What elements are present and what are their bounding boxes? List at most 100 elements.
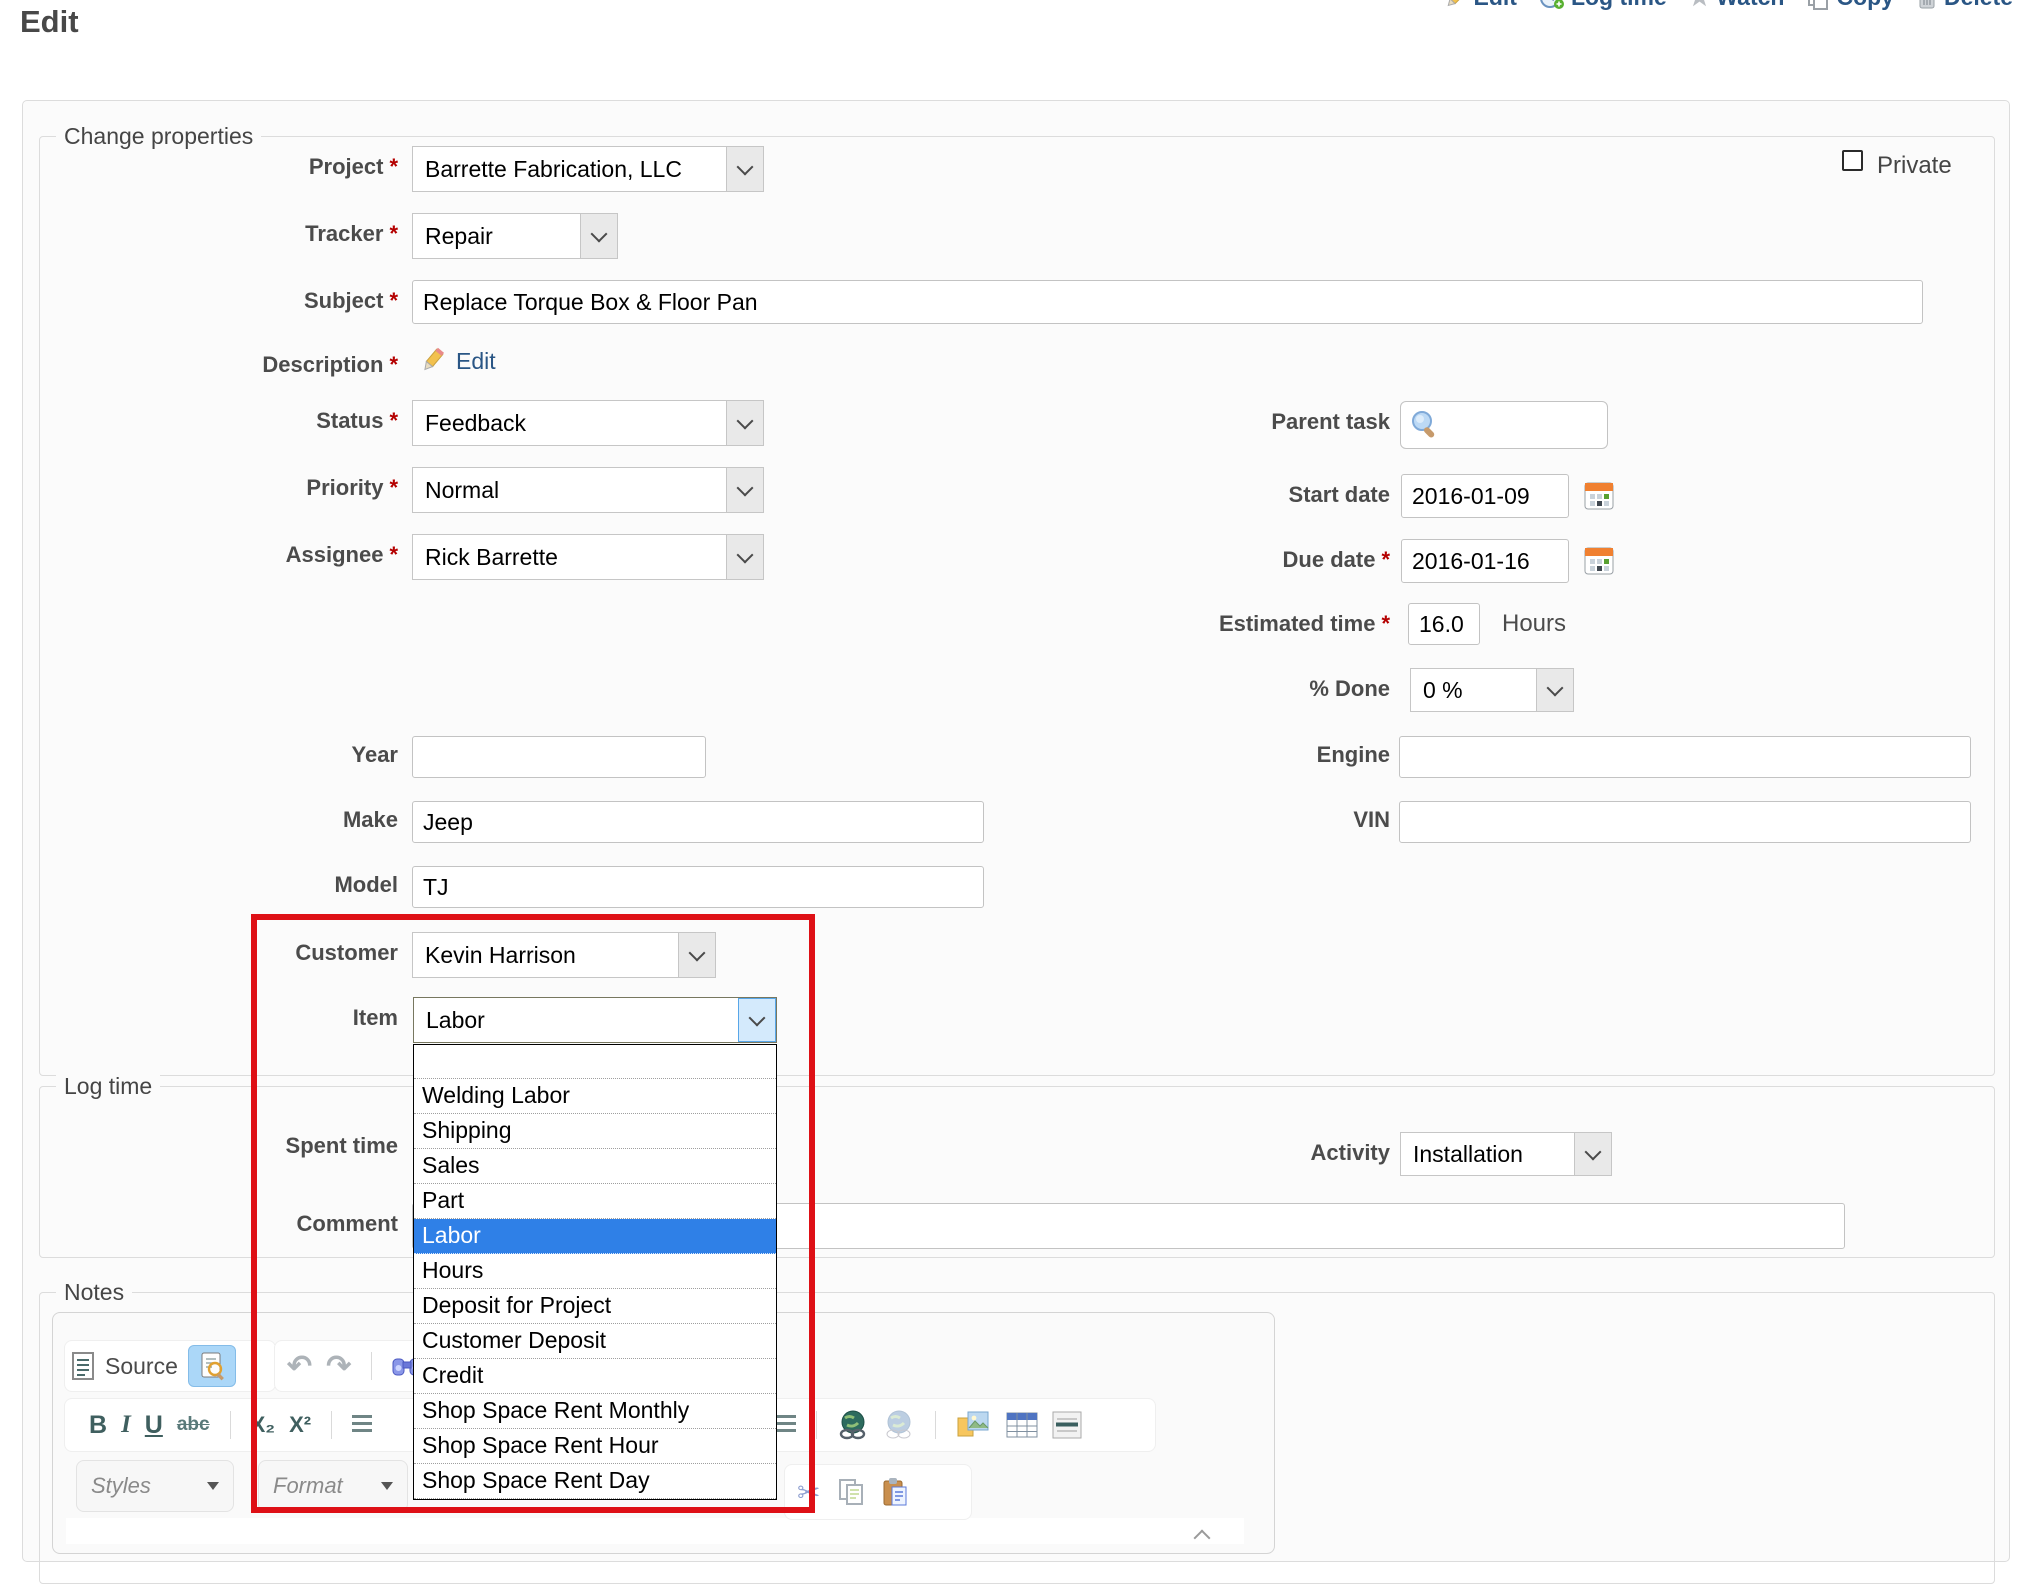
item-option[interactable]: Sales — [414, 1149, 776, 1184]
item-option[interactable]: Credit — [414, 1359, 776, 1394]
item-select-dropdown: Welding LaborShippingSalesPartLaborHours… — [413, 1044, 777, 1500]
link-icon[interactable] — [837, 1410, 869, 1440]
subject-label: Subject* — [40, 288, 398, 314]
cut-icon[interactable]: ✂ — [797, 1476, 820, 1509]
magnifier-icon — [1410, 410, 1440, 442]
spent-time-label: Spent time — [40, 1133, 398, 1159]
editor-toolbar-row3-group: ✂ — [784, 1464, 972, 1520]
item-select[interactable]: Labor — [413, 997, 777, 1043]
context-menu: Edit Log time ★ Watch Copy Delete — [1429, 0, 2013, 12]
item-option[interactable]: Shop Space Rent Day — [414, 1464, 776, 1499]
subscript-icon[interactable]: X₂ — [251, 1412, 275, 1438]
chevron-down-icon[interactable] — [726, 535, 763, 579]
notes-legend: Notes — [56, 1279, 132, 1306]
chevron-down-icon[interactable] — [1574, 1133, 1611, 1175]
tracker-label: Tracker* — [40, 221, 398, 247]
watch-link[interactable]: ★ Watch — [1689, 0, 1785, 12]
engine-label: Engine — [1000, 742, 1390, 768]
item-option[interactable]: Shop Space Rent Monthly — [414, 1394, 776, 1429]
project-select[interactable]: Barrette Fabrication, LLC — [412, 146, 764, 192]
issue-edit-page: { "page": { "title": "Edit" }, "ui": { "… — [0, 0, 2039, 1543]
preview-icon[interactable] — [188, 1345, 236, 1387]
item-option[interactable]: Shipping — [414, 1114, 776, 1149]
pencil-icon — [1443, 0, 1467, 10]
model-input[interactable] — [412, 866, 984, 908]
item-option[interactable]: Welding Labor — [414, 1079, 776, 1114]
status-label: Status* — [40, 408, 398, 434]
strikethrough-icon[interactable]: abc — [177, 1414, 210, 1436]
percent-done-select[interactable]: 0 % — [1410, 668, 1574, 712]
underline-icon[interactable]: U — [145, 1411, 163, 1440]
chevron-down-icon[interactable] — [738, 998, 776, 1042]
model-label: Model — [40, 872, 398, 898]
private-checkbox[interactable] — [1842, 150, 1863, 171]
priority-select[interactable]: Normal — [412, 467, 764, 513]
editor-toolbar-row1-group1: Source — [64, 1340, 276, 1392]
year-input[interactable] — [412, 736, 706, 778]
chevron-down-icon — [207, 1482, 219, 1490]
comment-label: Comment — [40, 1211, 398, 1237]
editor-content-area[interactable] — [66, 1518, 1244, 1544]
parent-task-label: Parent task — [1000, 409, 1390, 435]
change-properties-legend: Change properties — [56, 123, 261, 150]
estimated-time-input[interactable] — [1408, 603, 1480, 645]
source-icon — [71, 1351, 95, 1381]
horizontal-rule-icon[interactable] — [1052, 1411, 1082, 1439]
item-option[interactable]: Deposit for Project — [414, 1289, 776, 1324]
calendar-icon[interactable] — [1584, 545, 1616, 577]
due-date-label: Due date* — [1000, 547, 1390, 573]
log-time-legend: Log time — [56, 1073, 160, 1100]
item-option[interactable]: Hours — [414, 1254, 776, 1289]
bold-icon[interactable]: B — [89, 1411, 107, 1440]
redo-icon[interactable]: ↷ — [326, 1349, 351, 1384]
superscript-icon[interactable]: X² — [289, 1412, 311, 1438]
customer-select[interactable]: Kevin Harrison — [412, 932, 716, 978]
activity-select[interactable]: Installation — [1400, 1132, 1612, 1176]
due-date-input[interactable] — [1401, 539, 1569, 583]
status-select[interactable]: Feedback — [412, 400, 764, 446]
copy-icon[interactable] — [838, 1478, 864, 1506]
chevron-down-icon[interactable] — [678, 933, 715, 977]
italic-icon[interactable]: I — [121, 1411, 131, 1439]
undo-icon[interactable]: ↶ — [287, 1349, 312, 1384]
log-time-link[interactable]: Log time — [1539, 0, 1667, 11]
tracker-select[interactable]: Repair — [412, 213, 618, 259]
subject-input[interactable] — [412, 280, 1923, 324]
hours-suffix: Hours — [1502, 610, 1566, 638]
source-button[interactable]: Source — [105, 1353, 178, 1380]
table-icon[interactable] — [1006, 1411, 1038, 1439]
assignee-select[interactable]: Rick Barrette — [412, 534, 764, 580]
chevron-down-icon[interactable] — [1536, 669, 1573, 711]
chevron-down-icon[interactable] — [726, 401, 763, 445]
engine-input[interactable] — [1399, 736, 1971, 778]
description-edit-link[interactable]: Edit — [456, 348, 496, 375]
unlink-icon[interactable] — [883, 1410, 915, 1440]
item-option[interactable]: Shop Space Rent Hour — [414, 1429, 776, 1464]
item-option[interactable]: Part — [414, 1184, 776, 1219]
image-icon[interactable] — [956, 1410, 992, 1440]
numbered-list-icon[interactable] — [352, 1415, 372, 1435]
vin-input[interactable] — [1399, 801, 1971, 843]
make-input[interactable] — [412, 801, 984, 843]
copy-icon — [1806, 0, 1830, 10]
item-option[interactable] — [414, 1045, 776, 1079]
calendar-icon[interactable] — [1584, 480, 1616, 512]
paste-icon[interactable] — [882, 1477, 908, 1507]
customer-label: Customer — [40, 940, 398, 966]
chevron-down-icon — [381, 1482, 393, 1490]
copy-link[interactable]: Copy — [1806, 0, 1894, 11]
page-title: Edit — [20, 4, 79, 40]
chevron-down-icon[interactable] — [580, 214, 617, 258]
start-date-input[interactable] — [1401, 474, 1569, 518]
project-label: Project* — [40, 154, 398, 180]
styles-dropdown[interactable]: Styles — [76, 1460, 234, 1512]
chevron-down-icon[interactable] — [726, 468, 763, 512]
delete-link[interactable]: Delete — [1916, 0, 2013, 11]
item-option[interactable]: Labor — [414, 1219, 776, 1254]
pencil-icon — [418, 346, 446, 376]
edit-link[interactable]: Edit — [1443, 0, 1516, 11]
chevron-down-icon[interactable] — [726, 147, 763, 191]
format-dropdown[interactable]: Format — [258, 1460, 408, 1512]
year-label: Year — [40, 742, 398, 768]
item-option[interactable]: Customer Deposit — [414, 1324, 776, 1359]
